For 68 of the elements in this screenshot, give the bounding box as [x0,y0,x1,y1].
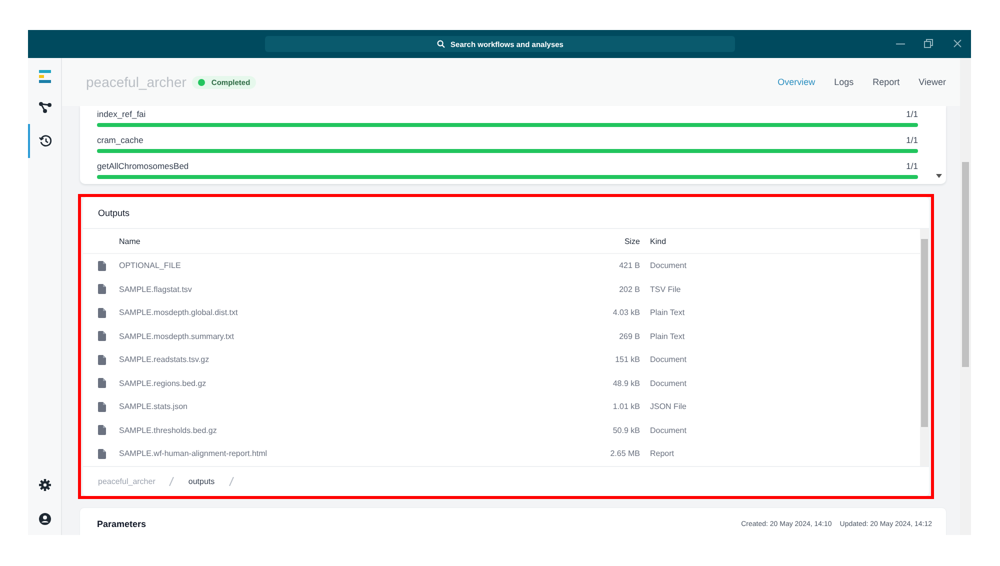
file-icon [98,402,106,412]
search-icon [436,40,445,48]
nav-tab[interactable]: Viewer [918,77,946,87]
nav-tab[interactable]: Report [872,77,900,87]
file-size: 269 B [618,332,641,341]
file-name[interactable]: SAMPLE.readstats.tsv.gz [119,355,570,364]
nav-tab[interactable]: Logs [834,77,854,87]
slash-icon [228,476,234,486]
file-kind: Plain Text [650,308,686,318]
scroll-down-icon[interactable] [936,174,942,178]
close-icon[interactable] [953,39,962,48]
file-size: 2.65 MB [609,449,641,458]
task-count: 1/1 [906,135,918,145]
file-name[interactable]: SAMPLE.mosdepth.summary.txt [119,332,570,341]
file-size: 151 kB [614,355,641,364]
page-scrollbar[interactable] [960,58,971,535]
file-icon [98,284,106,294]
file-icon [98,378,106,388]
file-kind: Document [650,261,688,270]
file-kind: Plain Text [650,332,686,341]
file-icon [98,260,106,271]
file-name[interactable]: SAMPLE.wf-human-alignment-report.html [119,449,570,458]
task-count: 1/1 [906,161,918,171]
file-icon [98,308,106,318]
file-icon [98,448,106,459]
file-name[interactable]: SAMPLE.flagstat.tsv [119,284,570,294]
task-name: getAllChromosomesBed [97,161,189,171]
column-header[interactable]: Size [570,236,650,246]
nav-tab[interactable]: Overview [778,77,816,87]
task-name: cram_cache [97,135,144,145]
task-count: 1/1 [906,109,918,119]
run-title: peaceful_archer [86,74,186,90]
file-kind: Document [650,355,688,364]
file-kind: Document [650,378,688,388]
network-icon [39,102,52,112]
history-icon [39,135,52,147]
file-kind: JSON File [650,402,688,412]
file-name[interactable]: OPTIONAL_FILE [119,261,570,270]
column-header[interactable]: Kind [650,236,920,246]
restore-icon[interactable] [924,39,933,48]
file-name[interactable]: SAMPLE.thresholds.bed.gz [119,426,570,435]
file-name[interactable]: SAMPLE.mosdepth.global.dist.txt [119,308,570,318]
account-icon[interactable] [38,513,50,525]
scrollbar[interactable] [920,229,929,466]
app-logo-icon[interactable] [38,70,50,84]
file-kind: TSV File [650,284,682,294]
file-size: 1.01 kB [612,402,641,412]
file-name[interactable]: SAMPLE.stats.json [119,402,570,412]
breadcrumb-link[interactable]: peaceful_archer [98,476,156,486]
section-title: Outputs [83,197,929,229]
task-name: index_ref_fai [97,109,146,119]
file-size: 421 B [618,261,641,270]
file-kind: Document [650,426,688,435]
column-header[interactable]: Name [119,236,570,246]
file-size: 50.9 kB [612,426,641,435]
file-icon [98,425,106,436]
file-icon [98,331,106,342]
breadcrumb-link[interactable]: outputs [188,476,215,486]
slash-icon [169,476,174,486]
status-dot [198,78,206,86]
file-icon [98,354,106,365]
file-size: 202 B [618,284,641,294]
file-kind: Report [650,449,676,458]
settings-icon[interactable] [38,479,50,491]
section-title: Parameters [97,518,146,530]
file-size: 48.9 kB [612,378,641,388]
file-size: 4.03 kB [612,308,641,318]
file-name[interactable]: SAMPLE.regions.bed.gz [119,378,570,388]
